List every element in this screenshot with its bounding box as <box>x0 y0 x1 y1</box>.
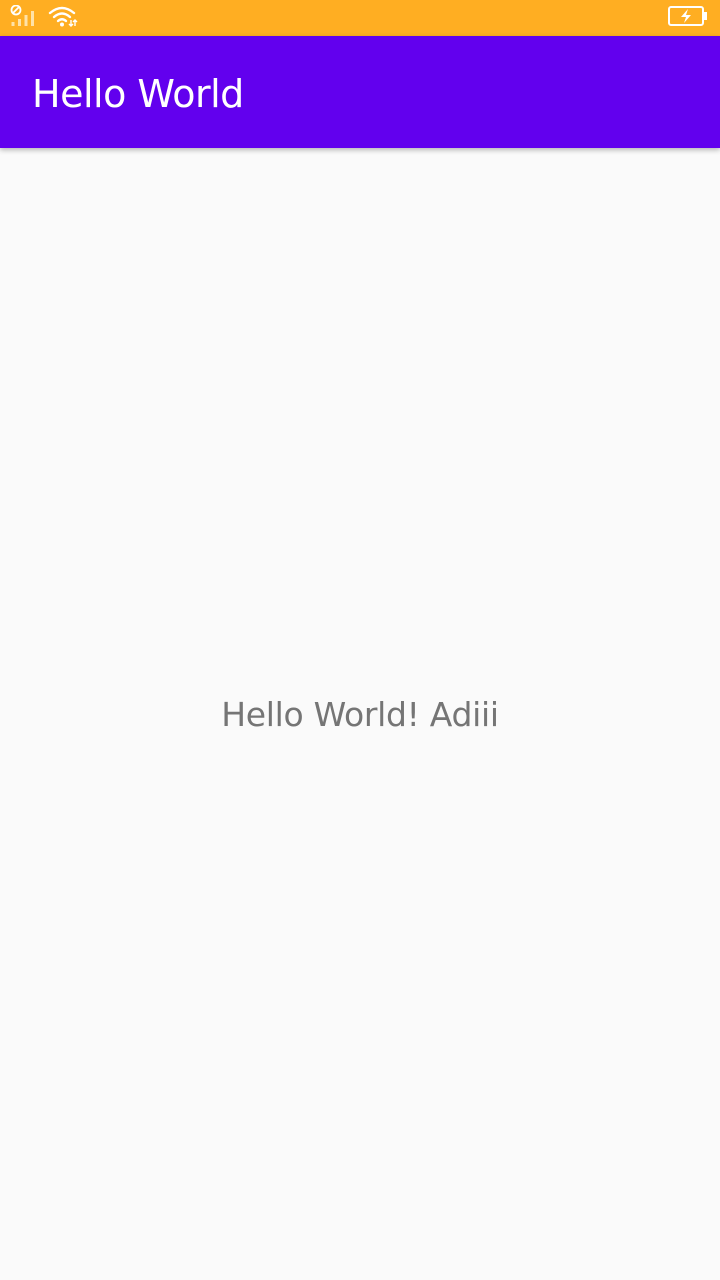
app-bar: Hello World <box>0 36 720 148</box>
sim-signal-icon <box>10 4 38 31</box>
main-content: Hello World! Adiii <box>0 148 720 1280</box>
app-bar-title: Hello World <box>32 72 244 116</box>
status-bar <box>0 0 720 36</box>
status-bar-left <box>10 4 78 31</box>
battery-charging-icon <box>668 6 708 30</box>
status-bar-right <box>668 6 708 30</box>
hello-world-message: Hello World! Adiii <box>221 695 499 734</box>
wifi-icon <box>48 5 78 31</box>
